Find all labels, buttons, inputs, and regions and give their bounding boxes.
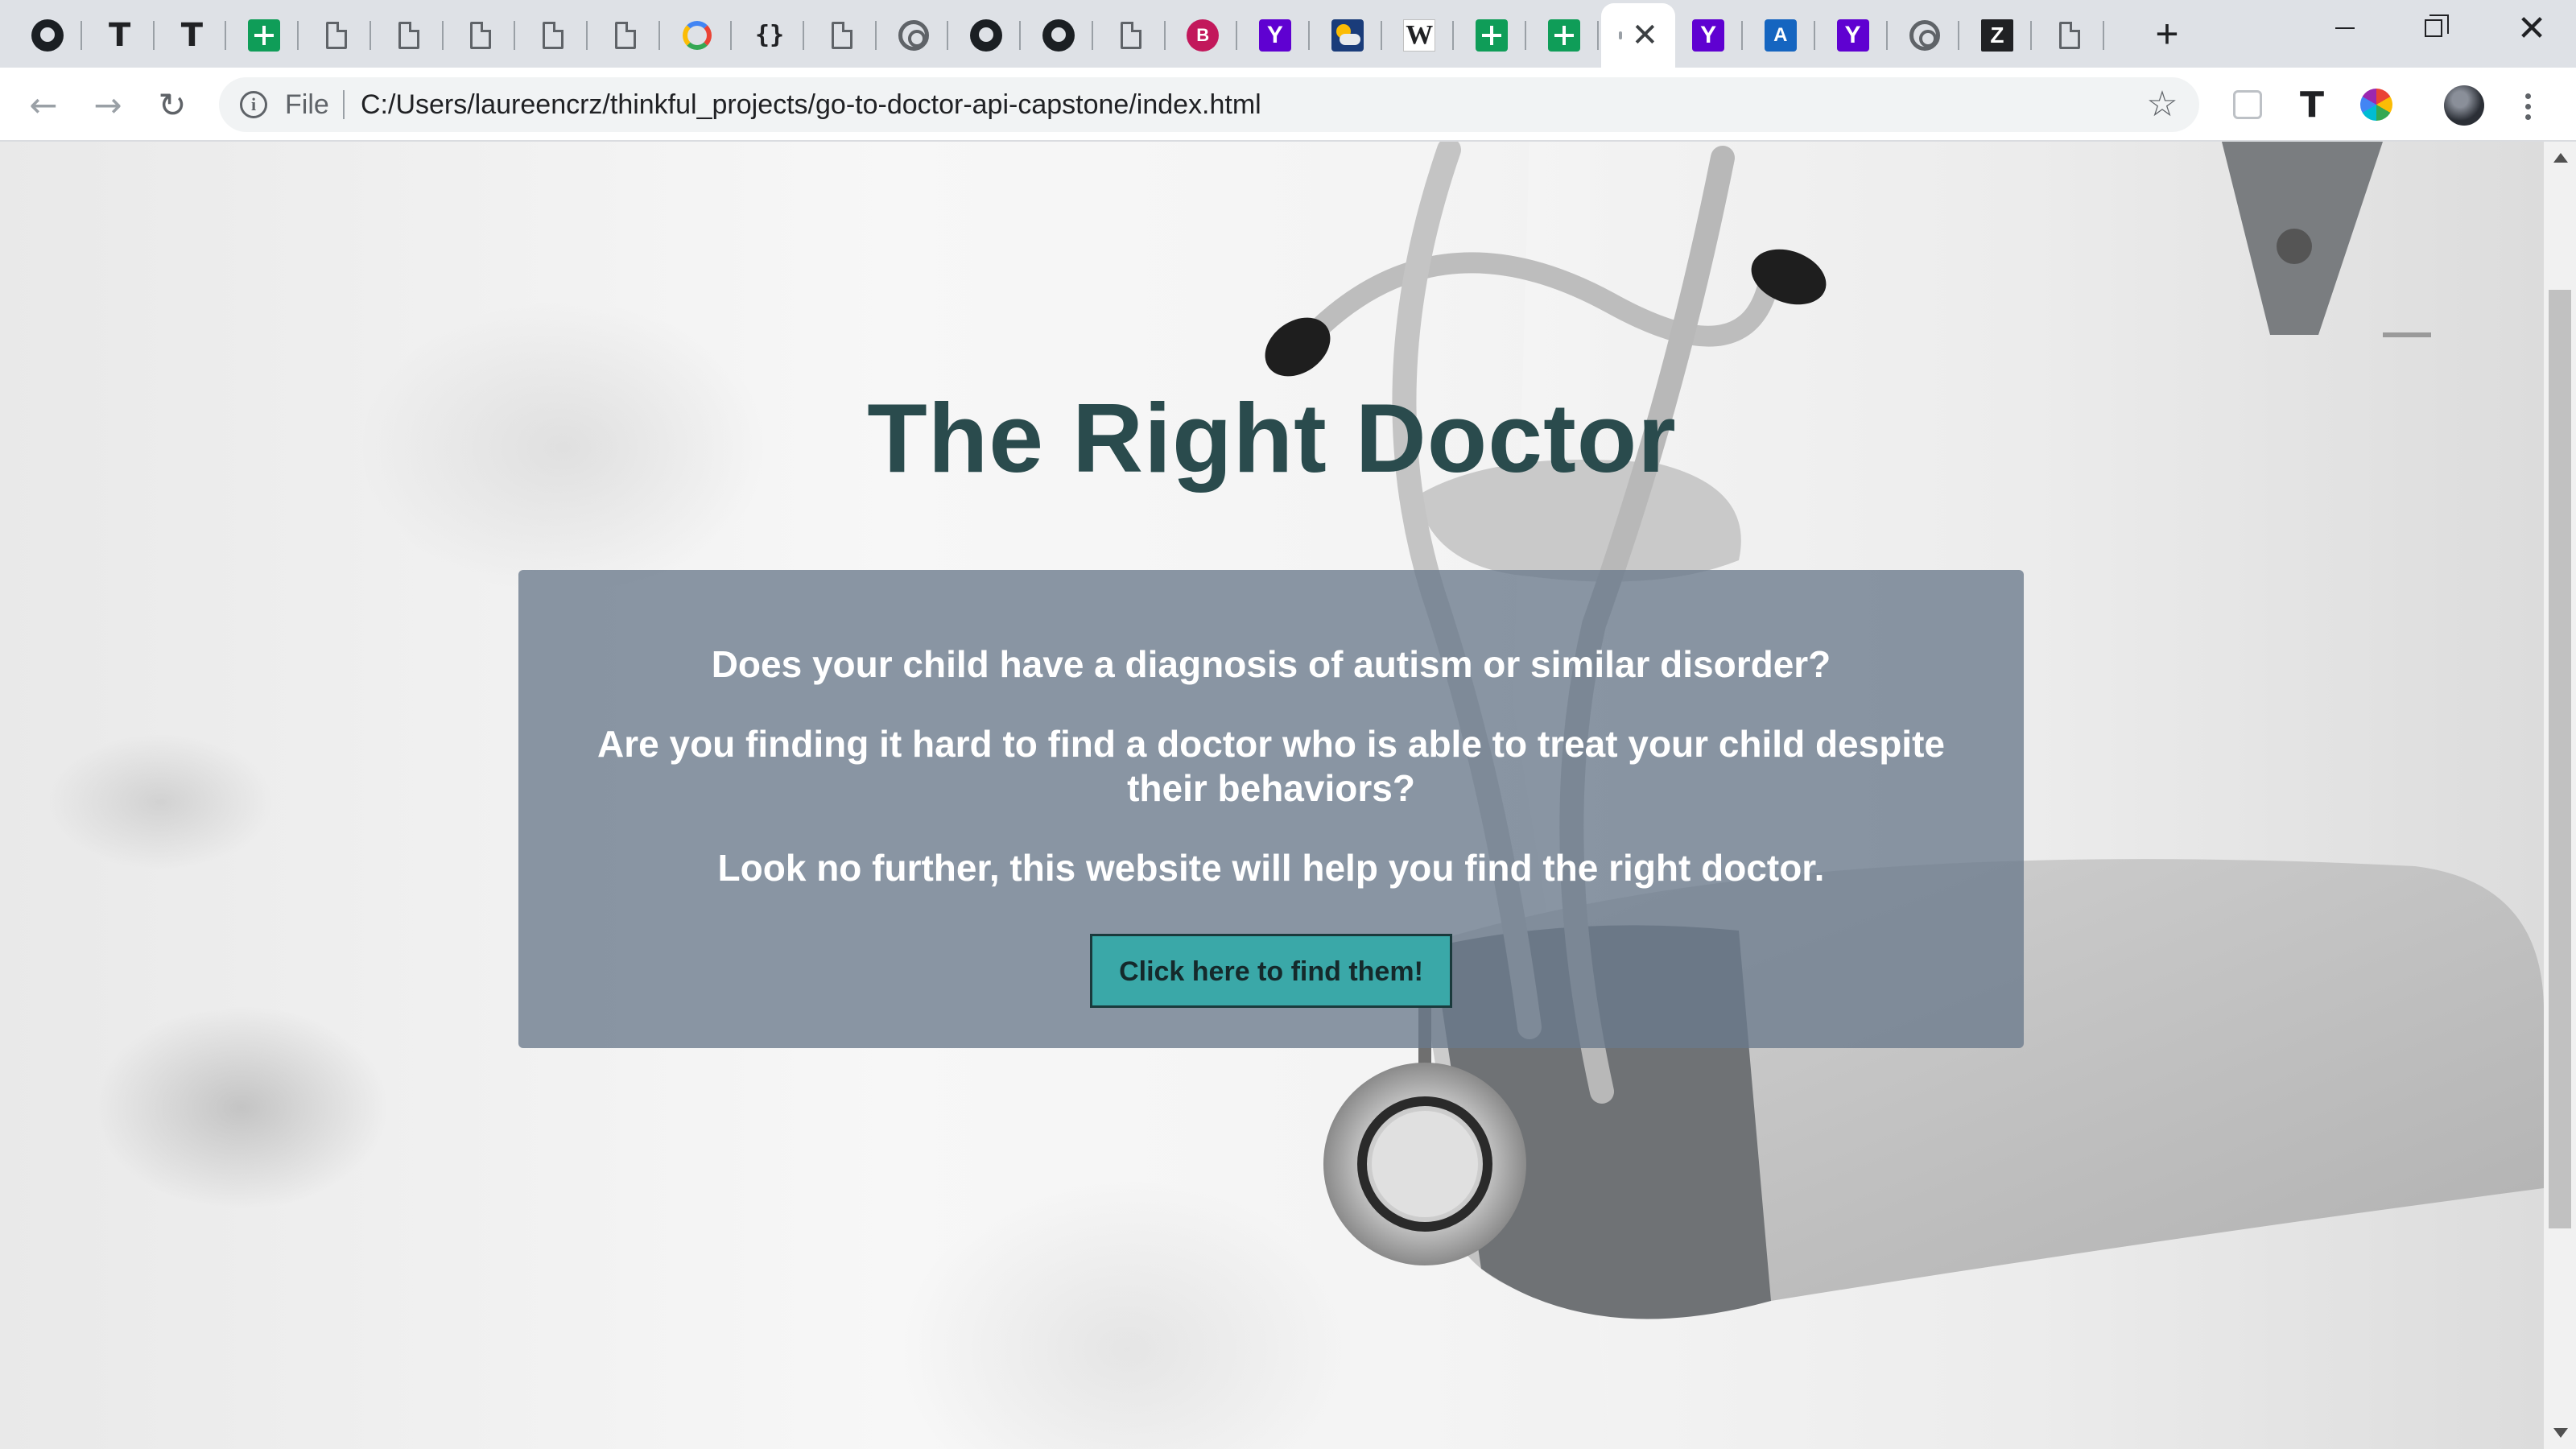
swirl-icon — [898, 20, 930, 51]
find-doctor-button[interactable]: Click here to find them! — [1090, 934, 1452, 1008]
minimize-button[interactable] — [2301, 0, 2389, 56]
browser-tab[interactable]: B — [1168, 3, 1238, 68]
site-info-icon[interactable]: i — [240, 91, 267, 118]
browser-tab[interactable]: A — [1746, 3, 1815, 68]
browser-tab[interactable]: Y — [1674, 3, 1744, 68]
swirl-icon — [1909, 20, 1941, 51]
typora-extension-button[interactable]: T — [2293, 84, 2331, 126]
chestpiece-diaphragm — [1372, 1111, 1478, 1217]
browser-tab[interactable]: Y — [1241, 3, 1310, 68]
browser-tab[interactable] — [663, 3, 733, 68]
shirt-button — [2277, 229, 2312, 264]
browser-tab[interactable] — [229, 3, 299, 68]
typora-t-icon: T — [109, 17, 131, 54]
typora-t-icon: T — [180, 17, 204, 54]
json-braces-icon: {} — [754, 21, 785, 49]
window-close-button[interactable]: ✕ — [2487, 0, 2576, 56]
translate-icon: A — [1764, 19, 1797, 52]
minimize-icon — [2335, 27, 2355, 29]
browser-tab[interactable] — [952, 3, 1022, 68]
document-icon — [1120, 22, 1141, 49]
restore-icon — [2425, 14, 2449, 37]
hero-statement: Look no further, this website will help … — [717, 847, 1825, 889]
browser-tab[interactable] — [1890, 3, 1960, 68]
wikipedia-icon: W — [1403, 19, 1436, 52]
close-tab-icon[interactable]: ✕ — [1632, 19, 1659, 52]
browser-tab[interactable] — [374, 3, 444, 68]
scheme-label: File — [285, 89, 329, 120]
zillow-icon: Z — [1980, 19, 2013, 52]
back-button[interactable]: ← — [19, 80, 68, 129]
hero-box: Does your child have a diagnosis of auti… — [518, 570, 2024, 1048]
scroll-down-arrow-icon[interactable] — [2553, 1428, 2568, 1438]
color-picker-extension-button[interactable] — [2357, 85, 2396, 124]
hero-question-doctor: Are you finding it hard to find a doctor… — [597, 723, 1945, 809]
github-icon — [31, 19, 64, 52]
document-icon — [831, 22, 852, 49]
browser-menu-button[interactable] — [2512, 84, 2544, 129]
omnibox-divider — [343, 90, 345, 119]
pink-circle-icon: B — [1187, 19, 1220, 52]
page-title: The Right Doctor — [867, 383, 1677, 493]
typora-t-icon: T — [2299, 84, 2324, 126]
github-icon — [1042, 19, 1075, 52]
browser-tab[interactable]: ✕ — [1601, 3, 1676, 68]
browser-tab[interactable] — [1313, 3, 1382, 68]
weather-icon — [1331, 19, 1364, 52]
browser-tab[interactable] — [446, 3, 516, 68]
document-icon — [325, 22, 347, 49]
yahoo-icon: Y — [1692, 19, 1725, 52]
page-viewport: The Right Doctor Does your child have a … — [0, 142, 2544, 1449]
document-icon — [398, 22, 419, 49]
reload-button[interactable]: ↻ — [148, 80, 196, 129]
browser-tab[interactable] — [1457, 3, 1526, 68]
loading-indicator-icon — [1618, 31, 1622, 39]
browser-tab[interactable] — [1024, 3, 1093, 68]
pocket-extension-button[interactable] — [2228, 85, 2267, 124]
pocket-icon — [2233, 90, 2262, 119]
profile-avatar[interactable] — [2444, 85, 2484, 126]
vertical-scrollbar[interactable] — [2544, 142, 2576, 1449]
yahoo-icon: Y — [1836, 19, 1869, 52]
url-text[interactable]: C:/Users/laureencrz/thinkful_projects/go… — [361, 77, 1261, 132]
browser-tab[interactable]: {} — [735, 3, 804, 68]
browser-tab[interactable] — [1530, 3, 1599, 68]
scroll-up-arrow-icon[interactable] — [2553, 153, 2568, 163]
scroll-thumb[interactable] — [2549, 290, 2571, 1228]
browser-toolbar: ← → ↻ i File C:/Users/laureencrz/thinkfu… — [0, 68, 2576, 142]
address-bar[interactable]: i File C:/Users/laureencrz/thinkful_proj… — [219, 77, 2199, 132]
document-icon — [542, 22, 564, 49]
browser-tab[interactable] — [879, 3, 949, 68]
bookmark-star-icon[interactable]: ☆ — [2141, 84, 2183, 126]
color-picker-icon — [2360, 89, 2392, 121]
browser-tab[interactable]: T — [157, 3, 227, 68]
google-sheets-icon — [1476, 19, 1508, 52]
document-icon — [470, 22, 492, 49]
browser-tab[interactable]: Y — [1818, 3, 1888, 68]
yahoo-icon: Y — [1258, 19, 1291, 52]
browser-tab[interactable] — [518, 3, 588, 68]
browser-tab[interactable] — [13, 3, 82, 68]
restore-button[interactable] — [2389, 0, 2478, 56]
browser-tab[interactable] — [807, 3, 877, 68]
browser-tab[interactable] — [1096, 3, 1166, 68]
browser-tab[interactable] — [302, 3, 371, 68]
hero-question-diagnosis: Does your child have a diagnosis of auti… — [711, 643, 1831, 685]
browser-tab[interactable]: W — [1385, 3, 1455, 68]
google-sheets-icon — [248, 19, 281, 52]
browser-tab[interactable] — [2035, 3, 2104, 68]
github-icon — [970, 19, 1003, 52]
browser-tab[interactable]: T — [85, 3, 155, 68]
google-sheets-icon — [1547, 19, 1580, 52]
forward-button[interactable]: → — [84, 80, 132, 129]
new-tab-button[interactable]: + — [2145, 11, 2190, 56]
browser-tab[interactable] — [591, 3, 660, 68]
tab-strip: T T {} B Y W ✕ Y A Y Z + ✕ — [0, 0, 2576, 68]
browser-tab[interactable]: Z — [1963, 3, 2032, 68]
document-icon — [614, 22, 636, 49]
document-icon — [2058, 22, 2080, 49]
google-icon — [683, 21, 712, 50]
